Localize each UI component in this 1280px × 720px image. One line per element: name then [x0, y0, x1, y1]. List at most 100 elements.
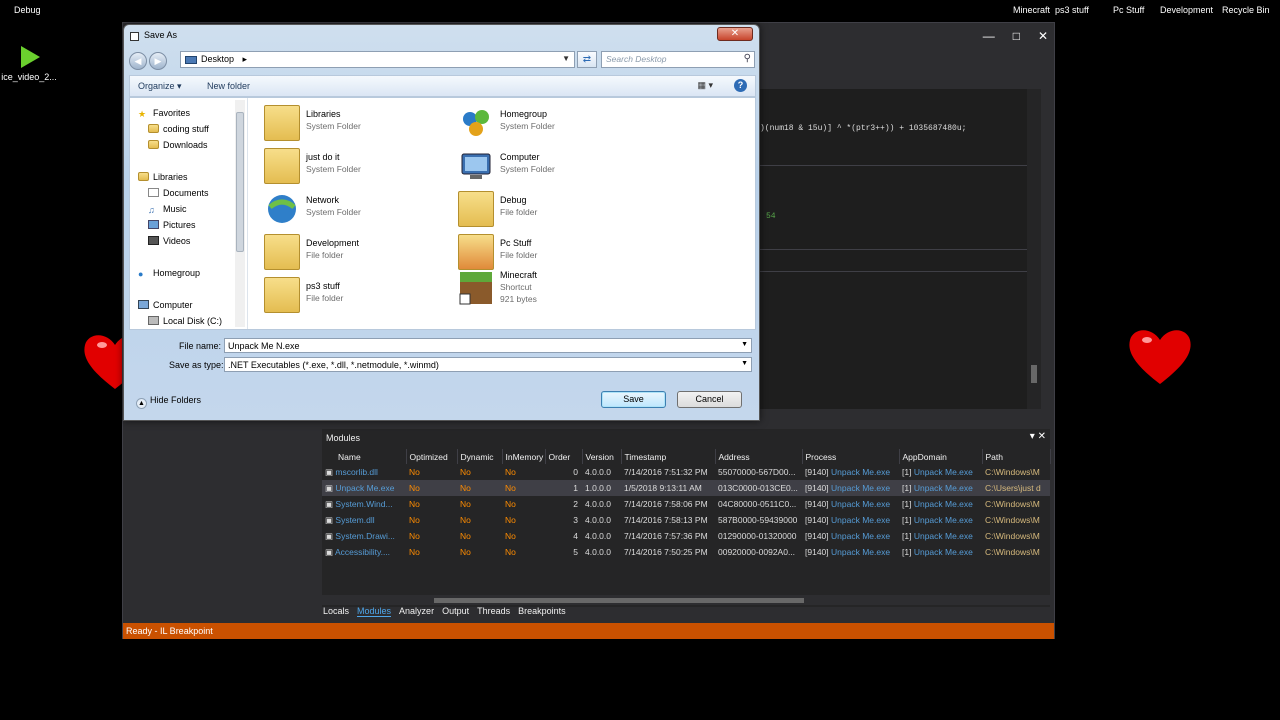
desktop-icon-development[interactable]: Development	[1160, 5, 1213, 15]
scrollbar-thumb[interactable]	[236, 112, 244, 252]
view-options-icon[interactable]: ▦ ▾	[697, 80, 713, 91]
organize-button[interactable]: Organize ▾	[138, 81, 182, 92]
tab-locals[interactable]: Locals	[323, 606, 349, 617]
search-placeholder: Search Desktop	[606, 54, 667, 64]
tree-item-music[interactable]: ♫ Music	[148, 204, 187, 215]
table-cell-optimized: No	[409, 499, 420, 509]
tab-modules[interactable]: Modules	[357, 606, 392, 617]
desktop-icon-ps3-stuff[interactable]: ps3 stuff	[1055, 5, 1089, 15]
file-item-minecraft[interactable]: Minecraft Shortcut 921 bytes	[458, 268, 648, 316]
close-icon[interactable]: ✕	[1038, 431, 1046, 442]
file-item-ps3-stuff[interactable]: ps3 stuff File folder	[264, 275, 454, 315]
column-header[interactable]: Process	[802, 449, 900, 464]
vertical-scrollbar[interactable]	[235, 100, 245, 327]
column-header[interactable]: Dynamic	[457, 449, 503, 464]
table-row[interactable]: ▣ mscorlib.dll No No No 0 4.0.0.0 7/14/2016 7:…	[322, 464, 1050, 480]
table-row[interactable]: ▣ Unpack Me.exe No No No 1 1.0.0.0 1/5/2018 9:…	[322, 480, 1050, 496]
horizontal-scrollbar[interactable]	[322, 595, 1050, 605]
tree-item-computer[interactable]: Computer	[138, 300, 193, 310]
file-item-debug[interactable]: Debug File folder	[458, 189, 648, 229]
table-cell-path: C:\Users\just d	[982, 480, 1050, 496]
hide-folders-button[interactable]: ▲ Hide Folders	[136, 395, 201, 409]
maximize-icon[interactable]: □	[1013, 29, 1020, 43]
tree-item-videos[interactable]: Videos	[148, 236, 190, 246]
desktop-icon-recycle-bin[interactable]: Recycle Bin	[1222, 5, 1270, 15]
column-header[interactable]: InMemory	[502, 449, 546, 464]
file-item-development[interactable]: Development File folder	[264, 232, 454, 272]
desktop-icon-pc-stuff[interactable]: Pc Stuff	[1113, 5, 1144, 15]
minimize-icon[interactable]: —	[983, 29, 995, 43]
close-button[interactable]: ✕	[717, 27, 753, 41]
tree-item-libraries[interactable]: Libraries	[138, 172, 188, 182]
tree-item-favorites[interactable]: ★ Favorites	[138, 108, 190, 119]
column-header[interactable]: Name	[322, 449, 407, 464]
tree-item-coding-stuff[interactable]: coding stuff	[148, 124, 209, 134]
tab-analyzer[interactable]: Analyzer	[399, 606, 434, 617]
desktop-icon-minecraft[interactable]: Minecraft	[1013, 5, 1050, 15]
help-icon[interactable]: ?	[734, 79, 747, 92]
tree-item-homegroup[interactable]: ● Homegroup	[138, 268, 200, 279]
tree-item-local-disk[interactable]: Local Disk (C:)	[148, 316, 222, 326]
table-row[interactable]: ▣ System.dll No No No 3 4.0.0.0 7/14/2016 7:58…	[322, 512, 1050, 528]
bottom-tabs: Locals Modules Analyzer Output Threads B…	[323, 606, 566, 617]
chevron-down-icon[interactable]: ▼	[741, 360, 748, 367]
file-name: just do it	[306, 152, 340, 162]
process-name: Unpack Me.exe	[831, 499, 891, 509]
save-button[interactable]: Save	[601, 391, 666, 408]
tab-breakpoints[interactable]: Breakpoints	[518, 606, 566, 617]
save-type-select[interactable]: .NET Executables (*.exe, *.dll, *.netmod…	[224, 357, 752, 372]
file-item-computer[interactable]: Computer System Folder	[458, 146, 648, 186]
column-header[interactable]: Path	[982, 449, 1051, 464]
table-row[interactable]: ▣ System.Drawi... No No No 4 4.0.0.0 7/14/2016…	[322, 528, 1050, 544]
desktop-debug-label[interactable]: Debug	[14, 5, 41, 15]
drive-icon	[148, 316, 159, 325]
search-input[interactable]: Search Desktop ⚲	[601, 51, 755, 68]
tree-item-downloads[interactable]: Downloads	[148, 140, 208, 150]
column-header[interactable]: Address	[715, 449, 803, 464]
column-header[interactable]: Order	[545, 449, 583, 464]
address-bar[interactable]: Desktop ▸ ▼	[180, 51, 575, 68]
column-header[interactable]: AppDomain	[899, 449, 983, 464]
file-name: Minecraft	[500, 270, 538, 280]
refresh-button[interactable]: ⇄	[577, 51, 597, 68]
scrollbar-thumb[interactable]	[1031, 365, 1037, 383]
file-item-pc-stuff[interactable]: Pc Stuff File folder	[458, 232, 648, 272]
tree-item-pictures[interactable]: Pictures	[148, 220, 196, 230]
new-folder-button[interactable]: New folder	[207, 81, 250, 91]
back-button[interactable]: ◀	[129, 52, 147, 70]
chevron-down-icon[interactable]: ▼	[562, 54, 570, 63]
video-desktop-icon[interactable]: ice_video_2...	[0, 44, 58, 82]
file-item-just-do-it[interactable]: just do it System Folder	[264, 146, 454, 186]
code-editor[interactable]: )(num18 & 15u)] ^ *(ptr3++)) + 103568748…	[760, 89, 1041, 409]
chevron-down-icon[interactable]: ▼	[741, 341, 748, 348]
column-header[interactable]: Version	[582, 449, 622, 464]
forward-button[interactable]: ▶	[149, 52, 167, 70]
cancel-button[interactable]: Cancel	[677, 391, 742, 408]
table-cell-name: ▣ System.Wind...	[322, 496, 406, 512]
vertical-scrollbar[interactable]	[1027, 89, 1041, 409]
table-cell-process: [9140] Unpack Me.exe	[802, 464, 899, 480]
table-row[interactable]: ▣ Accessibility.... No No No 5 4.0.0.0 7/14/20…	[322, 544, 1050, 560]
scrollbar-thumb[interactable]	[434, 598, 804, 603]
chevron-down-icon[interactable]: ▾	[1030, 431, 1035, 442]
column-header[interactable]: Timestamp	[621, 449, 716, 464]
file-item-network[interactable]: Network System Folder	[264, 189, 454, 229]
table-cell-timestamp: 7/14/2016 7:58:13 PM	[624, 515, 708, 525]
tab-output[interactable]: Output	[442, 606, 469, 617]
table-cell-version: 4.0.0.0	[585, 499, 611, 509]
play-icon	[21, 46, 40, 68]
close-icon[interactable]: ✕	[1038, 29, 1048, 43]
file-name: Homegroup	[500, 109, 548, 119]
dialog-title: Save As	[144, 30, 178, 40]
file-item-libraries[interactable]: Libraries System Folder	[264, 103, 454, 143]
breadcrumb[interactable]: Desktop	[201, 54, 234, 64]
tab-threads[interactable]: Threads	[477, 606, 510, 617]
file-item-homegroup[interactable]: Homegroup System Folder	[458, 103, 648, 143]
appdomain-id: [1]	[902, 531, 912, 541]
file-name-field[interactable]: Unpack Me N.exe ▼	[224, 338, 752, 353]
chevron-right-icon[interactable]: ▸	[243, 54, 248, 64]
column-header[interactable]: Optimized	[406, 449, 458, 464]
tree-item-documents[interactable]: Documents	[148, 188, 209, 198]
table-row[interactable]: ▣ System.Wind... No No No 2 4.0.0.0 7/14/2016 …	[322, 496, 1050, 512]
process-id: [9140]	[805, 467, 829, 477]
